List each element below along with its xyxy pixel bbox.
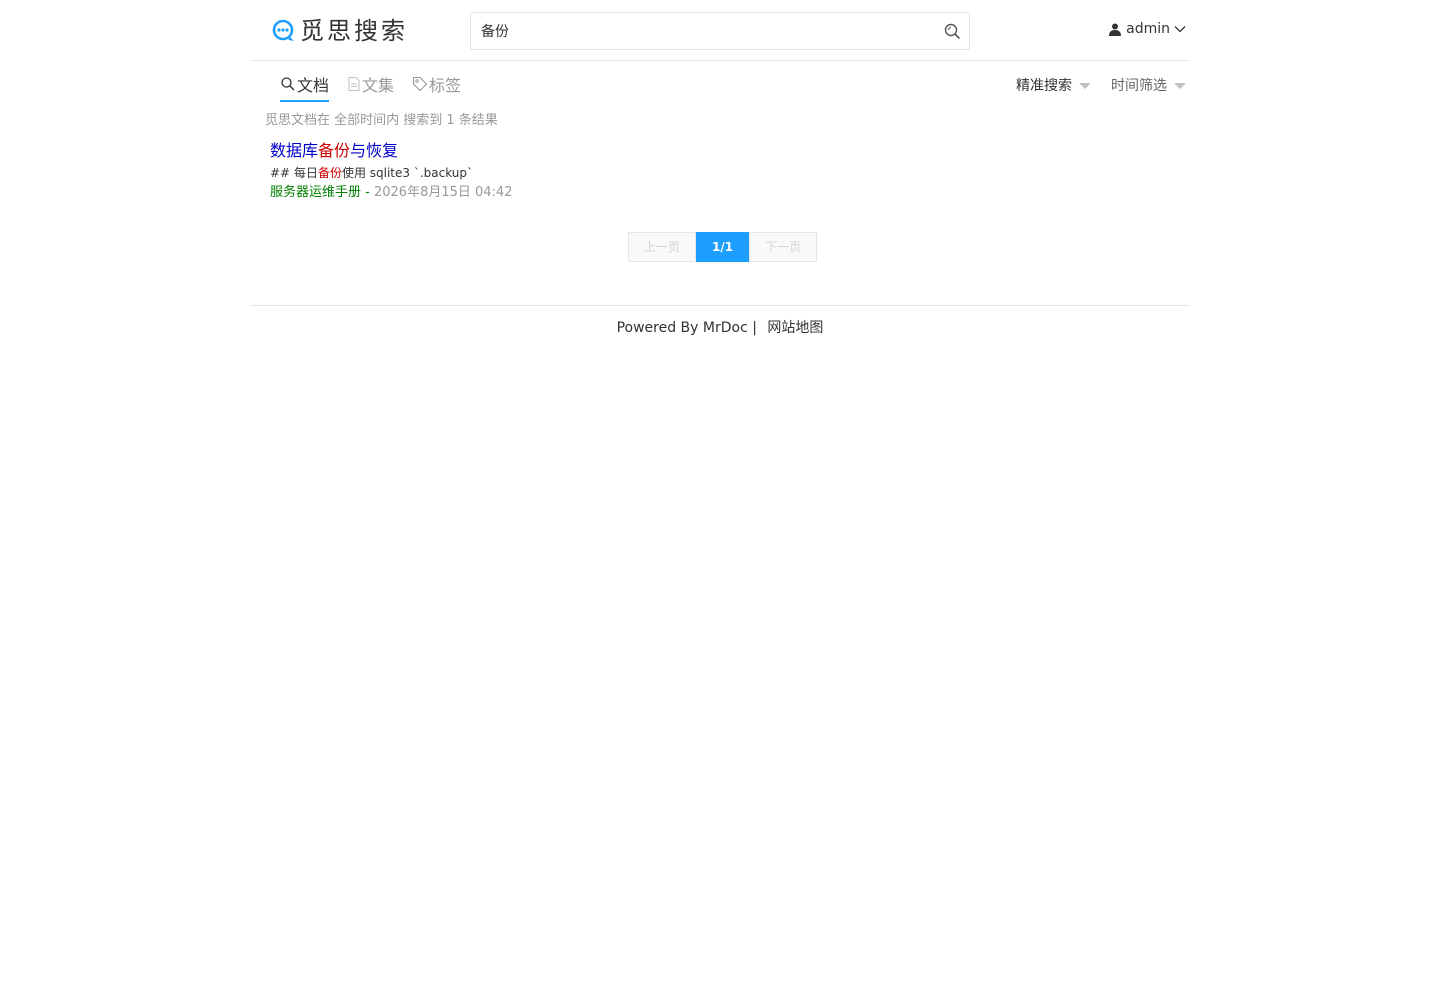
user-icon: [1109, 23, 1122, 36]
filters: 精准搜索 时间筛选: [996, 75, 1186, 95]
tab-label: 文集: [362, 76, 395, 95]
result-snippet: ## 每日备份使用 sqlite3 `.backup`: [270, 164, 512, 182]
pagination: 上一页 1/1 下一页: [628, 232, 818, 262]
search-tabs: 文档 文集 标签: [280, 73, 479, 102]
result-title-text: 数据库: [270, 141, 319, 160]
sitemap-link[interactable]: 网站地图: [767, 320, 823, 336]
result-title-highlight: 备份: [318, 141, 351, 160]
search-box: [470, 12, 970, 50]
document-icon: [348, 76, 360, 92]
header: 觅思搜索 admin: [250, 0, 1190, 61]
footer-separator: |: [752, 320, 757, 336]
snippet-text: 使用 sqlite3 `.backup`: [341, 166, 474, 180]
prev-page-button[interactable]: 上一页: [628, 232, 697, 262]
result-title-link[interactable]: 数据库备份与恢复: [270, 140, 512, 162]
search-icon: [944, 23, 961, 40]
current-page: 1/1: [696, 232, 750, 262]
tag-icon: [412, 76, 428, 92]
result-date: 2026年8月15日 04:42: [373, 185, 513, 200]
result-meta-separator: -: [361, 185, 374, 200]
snippet-highlight: 备份: [317, 166, 342, 180]
tab-documents[interactable]: 文档: [280, 73, 330, 102]
caret-down-icon: [1079, 83, 1091, 89]
tabs-row: 文档 文集 标签 精准搜索 时间筛选: [250, 61, 1190, 105]
next-page-button[interactable]: 下一页: [749, 232, 818, 262]
chat-bubble-icon: [272, 19, 294, 41]
tab-collections[interactable]: 文集: [347, 73, 394, 100]
search-button[interactable]: [943, 22, 963, 42]
time-filter-label: 时间筛选: [1111, 78, 1167, 94]
time-filter-dropdown[interactable]: 时间筛选: [1111, 75, 1186, 95]
tab-label: 文档: [297, 76, 330, 95]
result-title-text: 与恢复: [350, 141, 399, 160]
chevron-down-icon: [1174, 26, 1186, 33]
snippet-text: ## 每日: [270, 166, 318, 180]
tab-label: 标签: [429, 76, 462, 95]
search-input[interactable]: [471, 13, 931, 49]
logo[interactable]: 觅思搜索: [272, 17, 408, 45]
user-menu[interactable]: admin: [1109, 21, 1186, 37]
page-container: 觅思搜索 admin: [250, 0, 1190, 336]
search-icon: [281, 77, 295, 91]
result-summary: 觅思文档在 全部时间内 搜索到 1 条结果: [265, 113, 498, 128]
user-name: admin: [1126, 21, 1170, 37]
search-result: 数据库备份与恢复 ## 每日备份使用 sqlite3 `.backup` 服务器…: [270, 140, 512, 203]
exact-search-label: 精准搜索: [1016, 78, 1072, 94]
powered-by-link[interactable]: Powered By MrDoc: [617, 320, 748, 336]
exact-search-dropdown[interactable]: 精准搜索: [1016, 75, 1091, 95]
caret-down-icon: [1174, 83, 1186, 89]
logo-text: 觅思搜索: [300, 17, 408, 45]
tab-tags[interactable]: 标签: [412, 73, 461, 100]
result-source-link[interactable]: 服务器运维手册: [270, 185, 361, 200]
result-meta: 服务器运维手册 - 2026年8月15日 04:42: [270, 183, 512, 203]
footer: Powered By MrDoc | 网站地图: [250, 305, 1190, 337]
